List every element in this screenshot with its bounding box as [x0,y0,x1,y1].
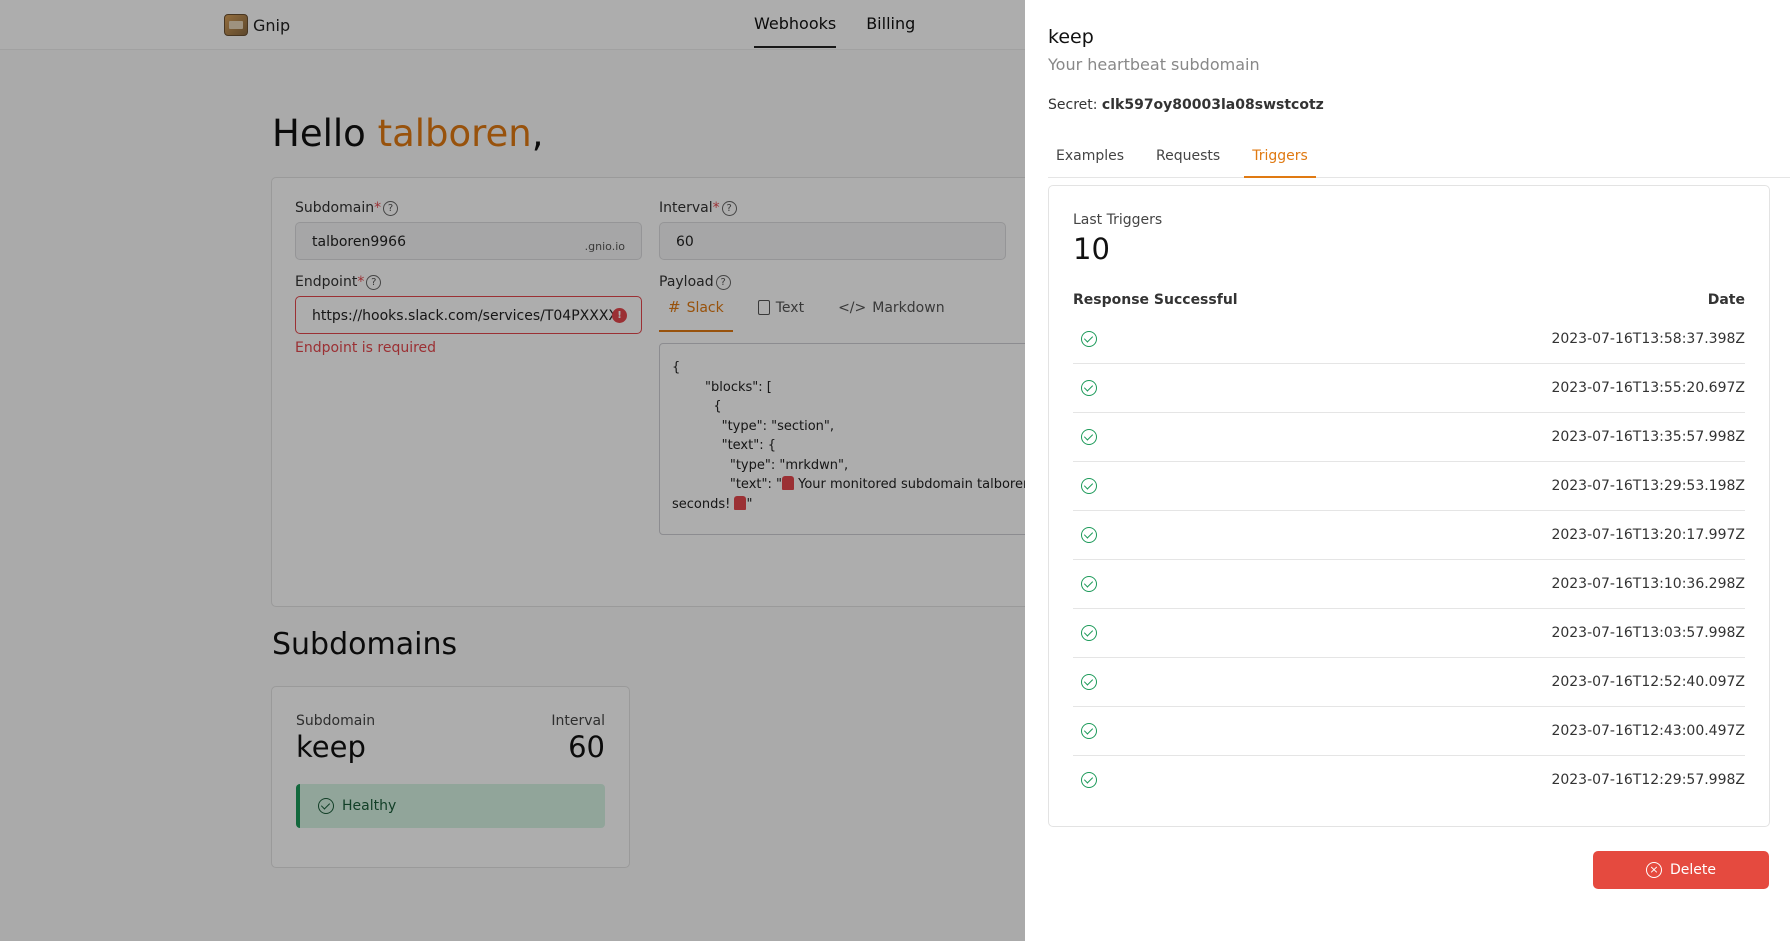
check-circle-icon [1081,674,1097,690]
secret-value: clk597oy80003la08swstcotz [1101,97,1324,113]
check-circle-icon [1081,576,1097,592]
trigger-date: 2023-07-16T13:58:37.398Z [1551,331,1745,347]
trigger-date: 2023-07-16T13:20:17.997Z [1551,527,1745,543]
secret-label: Secret: [1048,97,1098,113]
table-row: 2023-07-16T12:52:40.097Z [1073,658,1745,707]
check-circle-icon [1081,772,1097,788]
check-circle-icon [1081,429,1097,445]
trigger-date: 2023-07-16T13:35:57.998Z [1551,429,1745,445]
table-row: 2023-07-16T12:29:57.998Z [1073,756,1745,805]
check-circle-icon [1081,380,1097,396]
trigger-date: 2023-07-16T13:03:57.998Z [1551,625,1745,641]
triggers-list: 2023-07-16T13:58:37.398Z 2023-07-16T13:5… [1073,315,1745,805]
column-header-status: Response Successful [1073,292,1238,308]
triggers-card: Last Triggers 10 Response Successful Dat… [1048,185,1770,827]
table-row: 2023-07-16T13:55:20.697Z [1073,364,1745,413]
check-circle-icon [1081,331,1097,347]
table-row: 2023-07-16T13:35:57.998Z [1073,413,1745,462]
tab-triggers[interactable]: Triggers [1244,148,1316,178]
table-row: 2023-07-16T13:03:57.998Z [1073,609,1745,658]
close-circle-icon: × [1646,862,1662,878]
subdomain-drawer: keep Your heartbeat subdomain Secret: cl… [1025,0,1790,941]
table-row: 2023-07-16T13:58:37.398Z [1073,315,1745,364]
check-circle-icon [1081,478,1097,494]
delete-button[interactable]: × Delete [1593,851,1769,889]
trigger-date: 2023-07-16T12:52:40.097Z [1551,674,1745,690]
table-row: 2023-07-16T13:10:36.298Z [1073,560,1745,609]
trigger-date: 2023-07-16T13:55:20.697Z [1551,380,1745,396]
trigger-date: 2023-07-16T12:43:00.497Z [1551,723,1745,739]
tab-requests[interactable]: Requests [1148,148,1228,178]
secret-row: Secret: clk597oy80003la08swstcotz [1048,97,1324,113]
check-circle-icon [1081,527,1097,543]
triggers-count: 10 [1073,232,1110,266]
column-header-date: Date [1707,292,1745,308]
table-row: 2023-07-16T12:43:00.497Z [1073,707,1745,756]
drawer-title: keep [1048,26,1094,48]
delete-button-label: Delete [1670,862,1716,878]
table-row: 2023-07-16T13:20:17.997Z [1073,511,1745,560]
trigger-date: 2023-07-16T13:29:53.198Z [1551,478,1745,494]
trigger-date: 2023-07-16T13:10:36.298Z [1551,576,1745,592]
check-circle-icon [1081,723,1097,739]
check-circle-icon [1081,625,1097,641]
table-row: 2023-07-16T13:29:53.198Z [1073,462,1745,511]
drawer-subtitle: Your heartbeat subdomain [1048,55,1260,74]
drawer-tabs: Examples Requests Triggers [1048,148,1790,178]
triggers-label: Last Triggers [1073,212,1163,228]
tab-examples[interactable]: Examples [1048,148,1132,178]
trigger-date: 2023-07-16T12:29:57.998Z [1551,772,1745,788]
